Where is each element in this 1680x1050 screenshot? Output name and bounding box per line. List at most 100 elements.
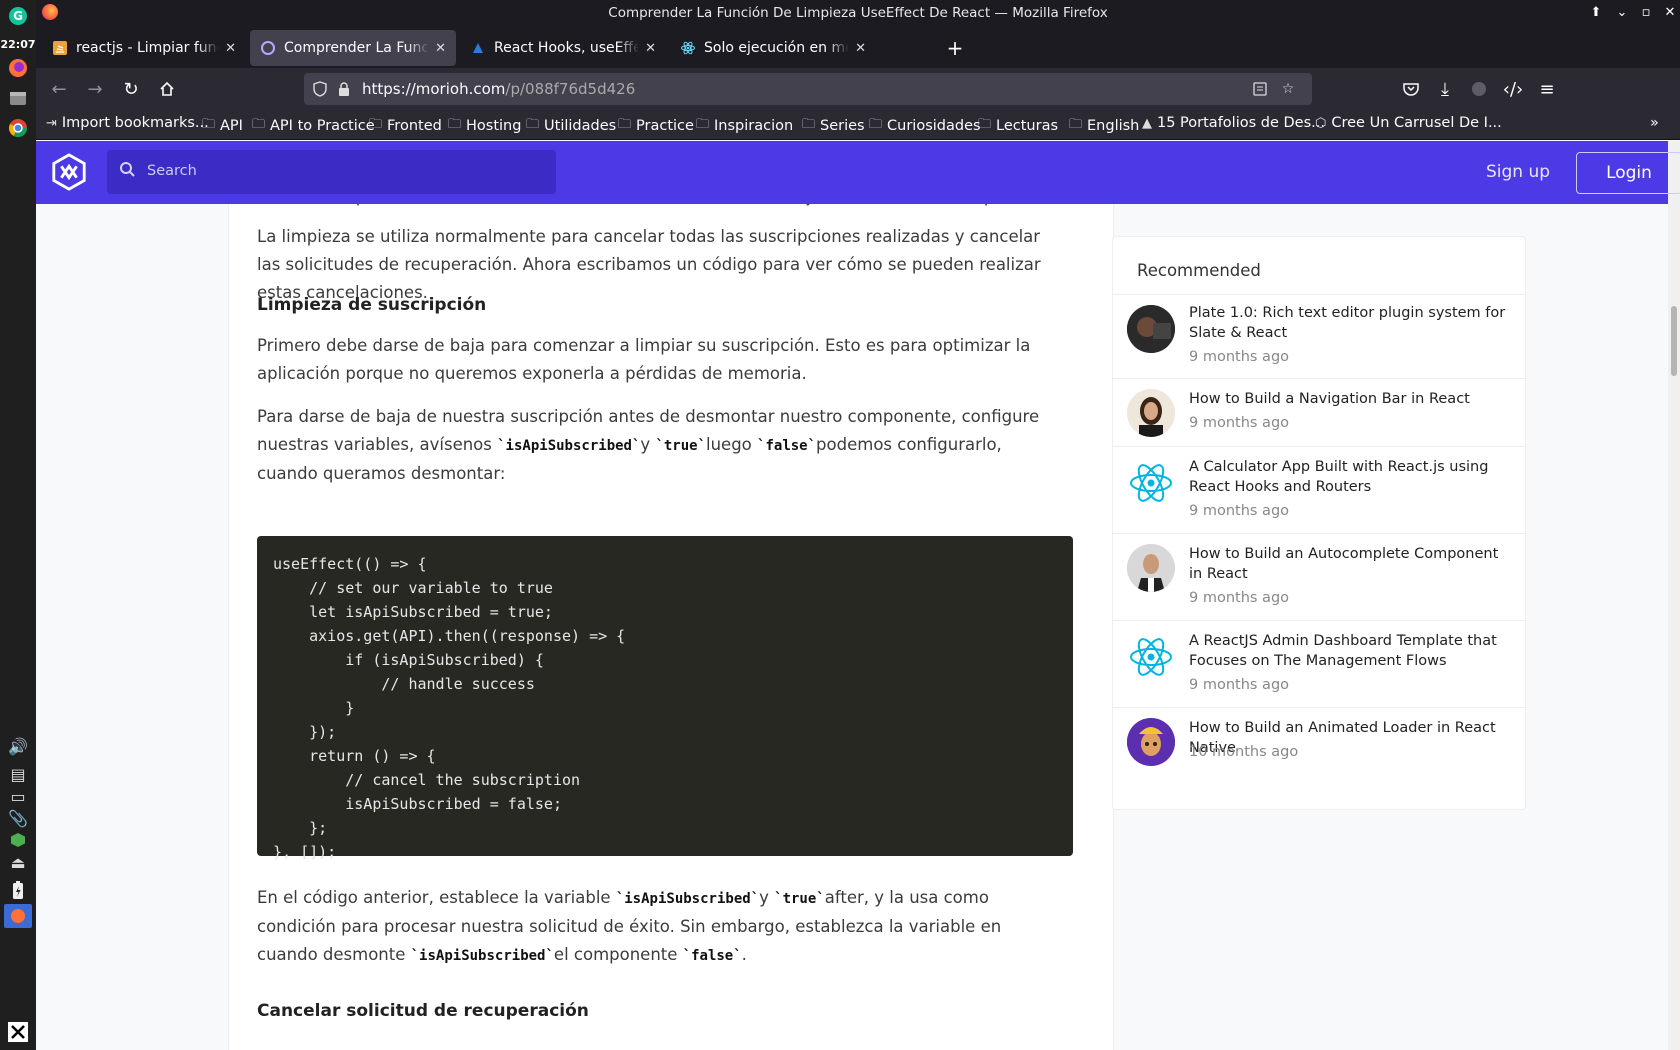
extension-icon[interactable] xyxy=(1466,76,1492,102)
tab-close-icon[interactable]: ✕ xyxy=(225,41,236,56)
inline-code: `true` xyxy=(774,891,825,907)
bookmark-folder-inspiracion[interactable]: 🗀 Inspiracion xyxy=(696,115,793,137)
recommended-time: 10 months ago xyxy=(1189,744,1299,760)
recommended-title-link[interactable]: How to Build an Autocomplete Component i… xyxy=(1189,544,1511,584)
tab-close-icon[interactable]: ✕ xyxy=(855,41,866,56)
recommended-item[interactable]: How to Build an Animated Loader in React… xyxy=(1113,707,1527,775)
morioh-logo-icon[interactable] xyxy=(50,153,88,191)
home-button[interactable] xyxy=(154,76,180,102)
bookmark-folder-api[interactable]: 🗀 API xyxy=(202,115,243,137)
window-title: Comprender La Función De Limpieza UseEff… xyxy=(608,5,1108,21)
pocket-icon[interactable] xyxy=(1398,76,1424,102)
bookmarks-overflow-icon[interactable]: » xyxy=(1650,115,1659,131)
text-run: y xyxy=(640,435,656,454)
site-favicon-icon: ▲ xyxy=(1142,115,1152,131)
forward-button[interactable]: → xyxy=(82,76,108,102)
tab-close-icon[interactable]: ✕ xyxy=(645,41,656,56)
code-content: useEffect(() => { // set our variable to… xyxy=(273,555,626,861)
bookmark-import[interactable]: ⇥ Import bookmarks... xyxy=(46,115,209,131)
tab-strip: reactjs - Limpiar funcion al ✕ Comprende… xyxy=(36,26,1680,68)
inline-code: `false` xyxy=(682,948,742,964)
back-button[interactable]: ← xyxy=(46,76,72,102)
bookmark-label: Import bookmarks... xyxy=(61,115,209,131)
recommended-item[interactable]: Plate 1.0: Rich text editor plugin syste… xyxy=(1113,294,1527,378)
new-tab-button[interactable]: + xyxy=(942,36,968,60)
bookmark-folder-utilidades[interactable]: 🗀 Utilidades xyxy=(526,115,616,137)
sign-up-link[interactable]: Sign up xyxy=(1486,162,1550,182)
bookmark-folder-series[interactable]: 🗀 Series xyxy=(802,115,865,137)
firefox-taskbar-icon[interactable] xyxy=(4,904,32,928)
navigation-toolbar: ← → ↻ https://morioh.com/p/088f76d5d426 … xyxy=(36,68,1680,110)
tab-react-hooks-useeffect[interactable]: React Hooks, useEffect. Al ✕ xyxy=(460,30,666,66)
reload-button[interactable]: ↻ xyxy=(118,76,144,102)
recommended-title-link[interactable]: A ReactJS Admin Dashboard Template that … xyxy=(1189,631,1511,671)
text-run: En el código anterior, establece la vari… xyxy=(257,888,616,907)
volume-icon[interactable]: 🔊 xyxy=(4,734,32,758)
author-avatar xyxy=(1127,544,1175,592)
lock-icon[interactable] xyxy=(334,79,354,99)
login-button[interactable]: Login xyxy=(1576,152,1680,194)
page-scrollbar[interactable] xyxy=(1668,141,1680,1050)
recommended-item[interactable]: A ReactJS Admin Dashboard Template that … xyxy=(1113,620,1527,707)
bookmark-star-icon[interactable]: ☆ xyxy=(1278,79,1298,99)
recommended-title-link[interactable]: A Calculator App Built with React.js usi… xyxy=(1189,457,1511,497)
tracking-shield-icon[interactable] xyxy=(310,79,330,99)
tab-reactjs-limpiar[interactable]: reactjs - Limpiar funcion al ✕ xyxy=(42,30,246,66)
folder-icon: 🗀 xyxy=(978,117,992,132)
devtools-icon[interactable]: ‹/› xyxy=(1500,76,1526,102)
reader-view-icon[interactable] xyxy=(1250,79,1270,99)
morioh-favicon-icon xyxy=(260,40,276,56)
paragraph-code-explanation: En el código anterior, establece la vari… xyxy=(257,884,1057,970)
minimize-button[interactable]: ⌄ xyxy=(1612,3,1632,23)
menu-icon[interactable]: ≡ xyxy=(1534,76,1560,102)
tab-close-icon[interactable]: ✕ xyxy=(435,41,446,56)
bookmark-folder-practice[interactable]: 🗀 Practice xyxy=(618,115,694,137)
article-body: también limpiamos los efectos del render… xyxy=(228,141,1114,1050)
tab-solo-ejecucion[interactable]: Solo ejecución en montaje ✕ xyxy=(670,30,876,66)
x-app-icon[interactable] xyxy=(4,1020,32,1044)
system-clock: 22:07 xyxy=(0,38,36,51)
url-path: /p/088f76d5d426 xyxy=(505,80,636,98)
scrollbar-thumb[interactable] xyxy=(1671,306,1677,376)
recommended-title-link[interactable]: How to Build a Navigation Bar in React xyxy=(1189,389,1511,409)
bookmark-portafolios[interactable]: ▲ 15 Portafolios de Des... xyxy=(1142,115,1325,131)
folder-icon: 🗀 xyxy=(369,117,383,132)
bookmark-label: Inspiracion xyxy=(714,118,794,134)
bookmark-carrusel[interactable]: ⬡ Cree Un Carrusel De I... xyxy=(1315,115,1502,131)
eject-icon[interactable]: ⏏ xyxy=(4,850,32,874)
recommended-item[interactable]: How to Build an Autocomplete Component i… xyxy=(1113,533,1527,620)
site-search-input[interactable]: Search xyxy=(107,150,556,194)
firefox-icon[interactable] xyxy=(4,56,32,80)
bookmark-folder-english[interactable]: 🗀 English xyxy=(1069,115,1139,137)
chrome-icon[interactable] xyxy=(4,116,32,140)
bookmark-label: Utilidades xyxy=(544,118,617,134)
display-icon[interactable]: ▭ xyxy=(4,784,32,808)
bookmark-label: Fronted xyxy=(387,118,442,134)
bookmark-folder-api-practice[interactable]: 🗀 API to Practice xyxy=(252,115,375,137)
recommended-item[interactable]: How to Build a Navigation Bar in React 9… xyxy=(1113,378,1527,446)
folder-icon: 🗀 xyxy=(696,117,710,132)
address-bar[interactable]: https://morioh.com/p/088f76d5d426 ☆ xyxy=(304,73,1312,105)
downloads-icon[interactable]: ⤓ xyxy=(1432,76,1458,102)
bookmark-label: Curiosidades xyxy=(887,118,981,134)
maximize-button[interactable]: ▫ xyxy=(1636,3,1656,23)
close-window-button[interactable]: ✕ xyxy=(1660,3,1680,23)
bookmark-folder-hosting[interactable]: 🗀 Hosting xyxy=(448,115,521,137)
bookmark-folder-curiosidades[interactable]: 🗀 Curiosidades xyxy=(869,115,981,137)
file-manager-icon[interactable] xyxy=(4,86,32,110)
package-icon[interactable] xyxy=(4,828,32,852)
folder-icon: 🗀 xyxy=(202,117,216,132)
recommended-title-link[interactable]: Plate 1.0: Rich text editor plugin syste… xyxy=(1189,303,1511,343)
import-icon: ⇥ xyxy=(46,115,57,131)
bookmark-folder-fronted[interactable]: 🗀 Fronted xyxy=(369,115,442,137)
keep-above-button[interactable]: ⬆ xyxy=(1586,3,1606,23)
recommended-item[interactable]: A Calculator App Built with React.js usi… xyxy=(1113,446,1527,533)
bookmark-folder-lecturas[interactable]: 🗀 Lecturas xyxy=(978,115,1058,137)
notes-icon[interactable]: ▤ xyxy=(4,762,32,786)
folder-icon: 🗀 xyxy=(618,117,632,132)
code-block[interactable]: useEffect(() => { // set our variable to… xyxy=(257,536,1073,861)
grammarly-icon[interactable]: G xyxy=(4,4,32,28)
inline-code: `isApiSubscribed` xyxy=(497,438,641,454)
paperclip-icon[interactable]: 📎 xyxy=(4,806,32,830)
tab-comprender-limpieza[interactable]: Comprender La Función De ✕ xyxy=(250,30,456,66)
